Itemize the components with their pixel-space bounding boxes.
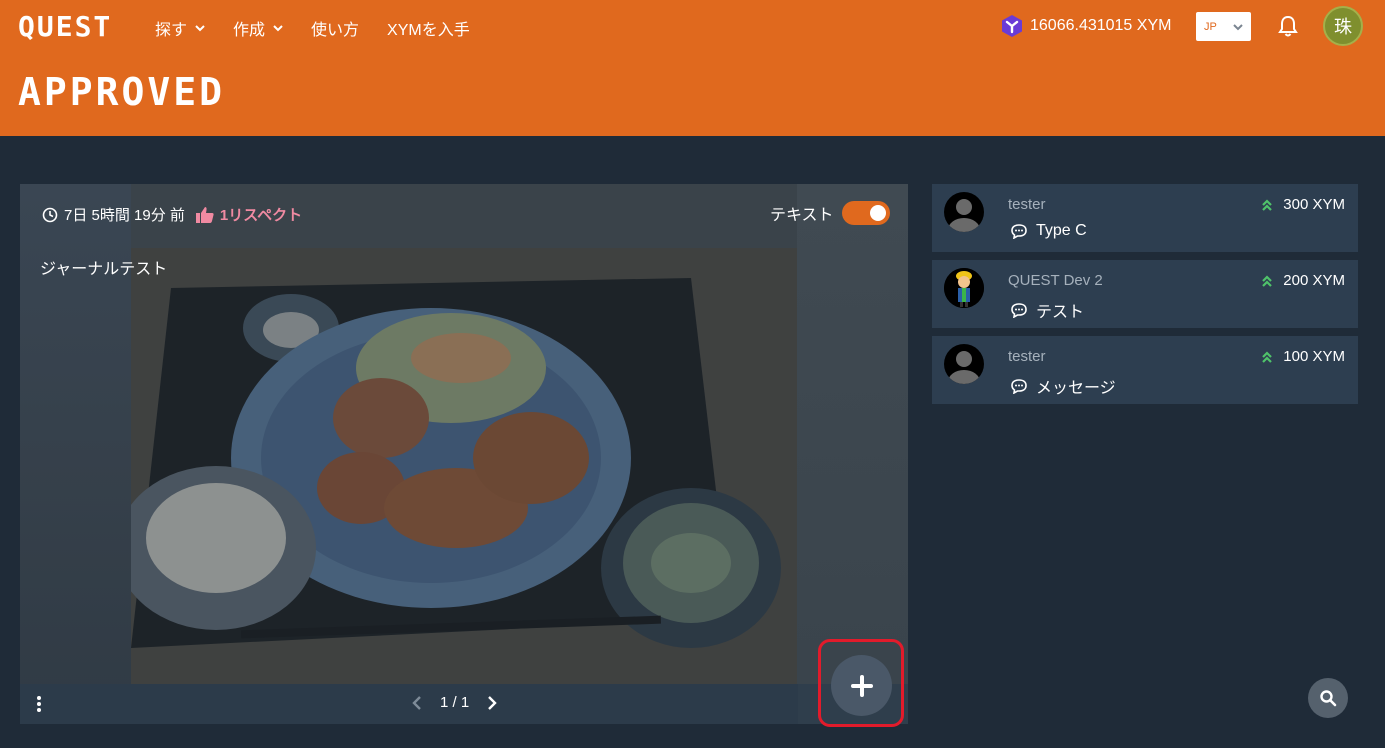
tip-amount-value: 100 XYM — [1283, 348, 1345, 365]
nav-get-xym[interactable]: XYMを入手 — [387, 16, 470, 40]
photo-backdrop-right — [797, 184, 908, 684]
avatar-glyph: 珠 — [1334, 17, 1352, 38]
journal-photo[interactable] — [131, 248, 797, 684]
list-item[interactable]: tester 100 XYM メッセージ — [932, 336, 1358, 404]
nav-explore[interactable]: 探す — [155, 16, 205, 40]
pager: 1 / 1 — [412, 694, 497, 711]
text-toggle-label: テキスト — [770, 207, 834, 224]
nav-get-xym-label: XYMを入手 — [387, 22, 470, 39]
respect-button[interactable]: 1リスペクト — [195, 204, 302, 225]
avatar — [944, 344, 984, 384]
language-value: JP — [1204, 20, 1217, 33]
double-chevron-up-icon — [1262, 274, 1273, 287]
pagination-bar: 1 / 1 — [20, 684, 798, 724]
user-silhouette-icon — [948, 199, 980, 232]
symbol-icon — [1002, 15, 1022, 37]
text-toggle-group: テキスト — [770, 201, 890, 225]
avatar — [944, 192, 984, 232]
search-button[interactable] — [1308, 678, 1348, 718]
speech-bubble-icon — [1011, 224, 1027, 239]
plus-icon — [850, 674, 873, 697]
text-toggle-switch[interactable] — [841, 201, 890, 225]
balance-amount: 16066.431015 XYM — [1030, 17, 1172, 34]
chevron-left-icon[interactable] — [412, 695, 422, 711]
tip-message-text: メッセージ — [1036, 380, 1116, 397]
user-silhouette-icon — [948, 351, 980, 384]
chevron-down-icon — [273, 25, 283, 32]
thumbs-up-icon — [195, 206, 214, 223]
tip-amount-value: 200 XYM — [1283, 272, 1345, 289]
chevron-down-icon — [195, 25, 205, 32]
tip-message-text: テスト — [1036, 304, 1085, 321]
page-title: APPROVED — [18, 70, 226, 114]
time-ago: 7日 5時間 19分 前 — [64, 207, 185, 224]
avatar — [944, 268, 984, 308]
tip-list: tester 300 XYM Type C QUEST Dev 2 200 XY… — [932, 184, 1358, 412]
double-chevron-up-icon — [1262, 198, 1273, 211]
list-item[interactable]: tester 300 XYM Type C — [932, 184, 1358, 252]
tip-amount-value: 300 XYM — [1283, 196, 1345, 213]
tip-message: メッセージ — [1010, 374, 1116, 398]
notification-button[interactable] — [1277, 14, 1299, 43]
search-icon — [1320, 690, 1337, 707]
page-indicator: 1 / 1 — [440, 694, 470, 711]
double-chevron-up-icon — [1262, 350, 1273, 363]
tipper-name[interactable]: QUEST Dev 2 — [1008, 272, 1103, 289]
journal-text: ジャーナルテスト — [40, 261, 168, 278]
more-options-icon[interactable] — [35, 695, 43, 713]
chevron-down-icon — [1233, 23, 1243, 30]
tip-amount: 100 XYM — [1261, 348, 1345, 365]
tip-message: テスト — [1010, 298, 1084, 322]
quest-logo[interactable]: QUEST — [18, 10, 112, 43]
character-avatar-icon — [944, 268, 984, 308]
journal-meta: 7日 5時間 19分 前 1リスペクト — [42, 204, 302, 225]
nav-create-label: 作成 — [233, 22, 266, 39]
journal-card: 7日 5時間 19分 前 1リスペクト テキスト ジャーナルテスト 1 / 1 — [20, 184, 908, 724]
speech-bubble-icon — [1011, 379, 1027, 394]
tip-amount: 300 XYM — [1261, 196, 1345, 213]
nav-create[interactable]: 作成 — [233, 16, 283, 40]
add-button[interactable] — [831, 655, 892, 716]
tipper-name[interactable]: tester — [1008, 348, 1046, 365]
wallet-balance[interactable]: 16066.431015 XYM — [1000, 14, 1171, 38]
tip-message-text: Type C — [1036, 222, 1087, 239]
chevron-right-icon[interactable] — [487, 695, 497, 711]
tip-message: Type C — [1010, 222, 1087, 240]
respect-count: 1リスペクト — [219, 207, 303, 224]
tip-amount: 200 XYM — [1261, 272, 1345, 289]
bell-icon — [1278, 15, 1298, 37]
nav-how-to-label: 使い方 — [311, 22, 360, 39]
top-header: QUEST 探す 作成 使い方 XYMを入手 16066.431015 XYM … — [0, 0, 1385, 136]
main-nav: 探す 作成 使い方 XYMを入手 — [155, 16, 498, 40]
list-item[interactable]: QUEST Dev 2 200 XYM テスト — [932, 260, 1358, 328]
clock-icon — [42, 207, 58, 222]
nav-explore-label: 探す — [155, 22, 188, 39]
nav-how-to[interactable]: 使い方 — [311, 16, 359, 40]
tipper-name[interactable]: tester — [1008, 196, 1046, 213]
speech-bubble-icon — [1011, 303, 1027, 318]
language-select[interactable]: JP — [1196, 12, 1251, 41]
user-avatar[interactable]: 珠 — [1323, 6, 1363, 46]
